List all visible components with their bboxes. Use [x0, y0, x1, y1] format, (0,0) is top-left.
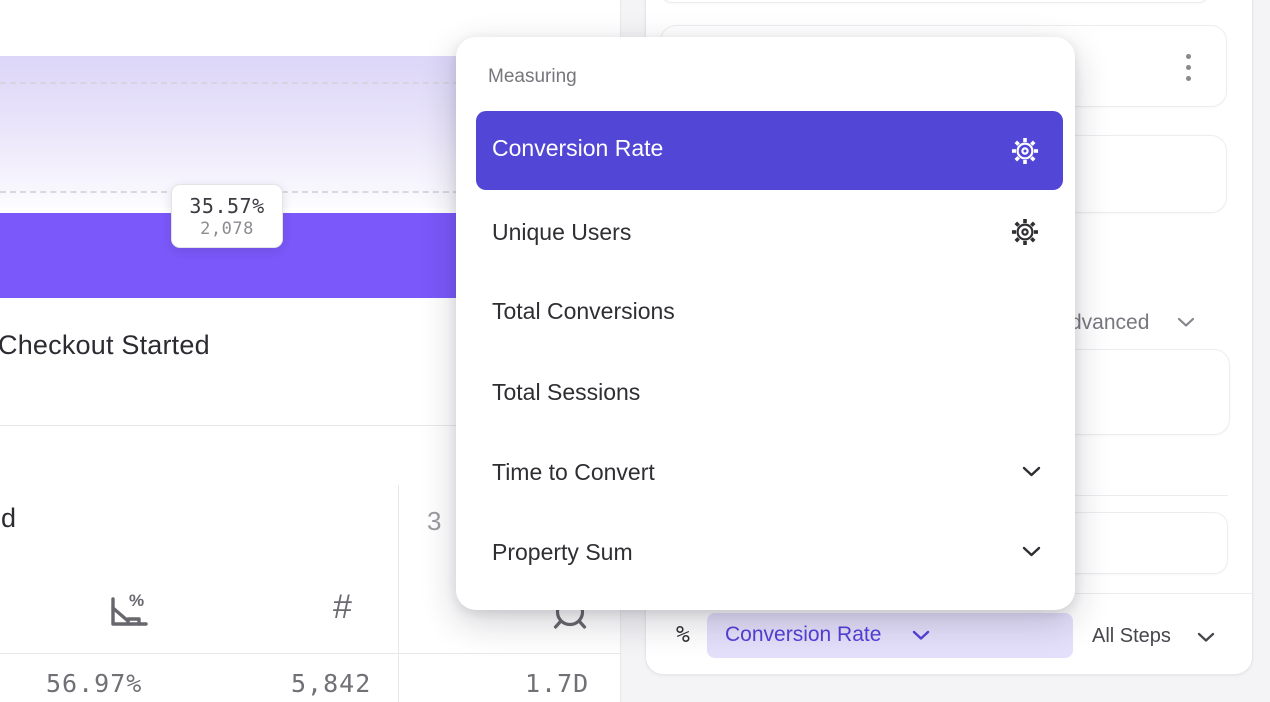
menu-item-time-to-convert[interactable]: Time to Convert: [492, 459, 655, 486]
svg-text:%: %: [129, 591, 144, 610]
query-row-card: [660, 0, 1210, 3]
count-column-icon: #: [333, 588, 352, 627]
menu-item-conversion-rate[interactable]: Conversion Rate: [476, 111, 1063, 190]
chevron-down-icon: [1022, 466, 1041, 478]
menu-item-total-sessions[interactable]: Total Sessions: [492, 379, 640, 406]
count-value: 5,842: [291, 669, 371, 698]
kebab-menu-button[interactable]: [1186, 54, 1192, 87]
metric-chip[interactable]: Conversion Rate: [707, 613, 1073, 658]
chevron-down-icon: [1177, 317, 1195, 328]
conversion-rate-value: 56.97%: [46, 669, 142, 698]
chevron-down-icon: [912, 630, 930, 641]
funnel-tooltip: 35.57% 2,078: [171, 184, 283, 248]
conversion-rate-column-icon: %: [106, 591, 152, 633]
percent-symbol: %: [676, 622, 690, 648]
dropdown-section-label: Measuring: [488, 66, 577, 88]
kebab-dot: [1186, 54, 1191, 59]
steps-selector[interactable]: All Steps: [1092, 625, 1171, 648]
metric-chip-label: Conversion Rate: [725, 623, 881, 647]
tooltip-count-value: 2,078: [200, 219, 254, 239]
avg-time-value: 1.7D: [525, 669, 589, 698]
menu-item-total-conversions[interactable]: Total Conversions: [492, 298, 675, 325]
chevron-down-icon: [1197, 632, 1215, 643]
table-header-step-number: 3: [427, 506, 441, 537]
menu-item-property-sum[interactable]: Property Sum: [492, 539, 633, 566]
menu-item-label: Conversion Rate: [492, 135, 663, 162]
kebab-dot: [1186, 76, 1191, 81]
table-column-divider: [398, 485, 399, 702]
chevron-down-icon: [1022, 546, 1041, 558]
funnel-step-label: Checkout Started: [0, 330, 210, 361]
gear-icon[interactable]: [1011, 218, 1039, 246]
kebab-dot: [1186, 65, 1191, 70]
funnel-report-page: 35.57% 2,078 Checkout Started d 3 % #: [0, 0, 1270, 702]
gear-icon[interactable]: [1011, 137, 1039, 165]
table-header-step-name-fragment: d: [1, 503, 16, 534]
tooltip-rate-value: 35.57%: [189, 194, 264, 218]
menu-item-unique-users[interactable]: Unique Users: [492, 219, 631, 246]
divider: [0, 653, 620, 654]
